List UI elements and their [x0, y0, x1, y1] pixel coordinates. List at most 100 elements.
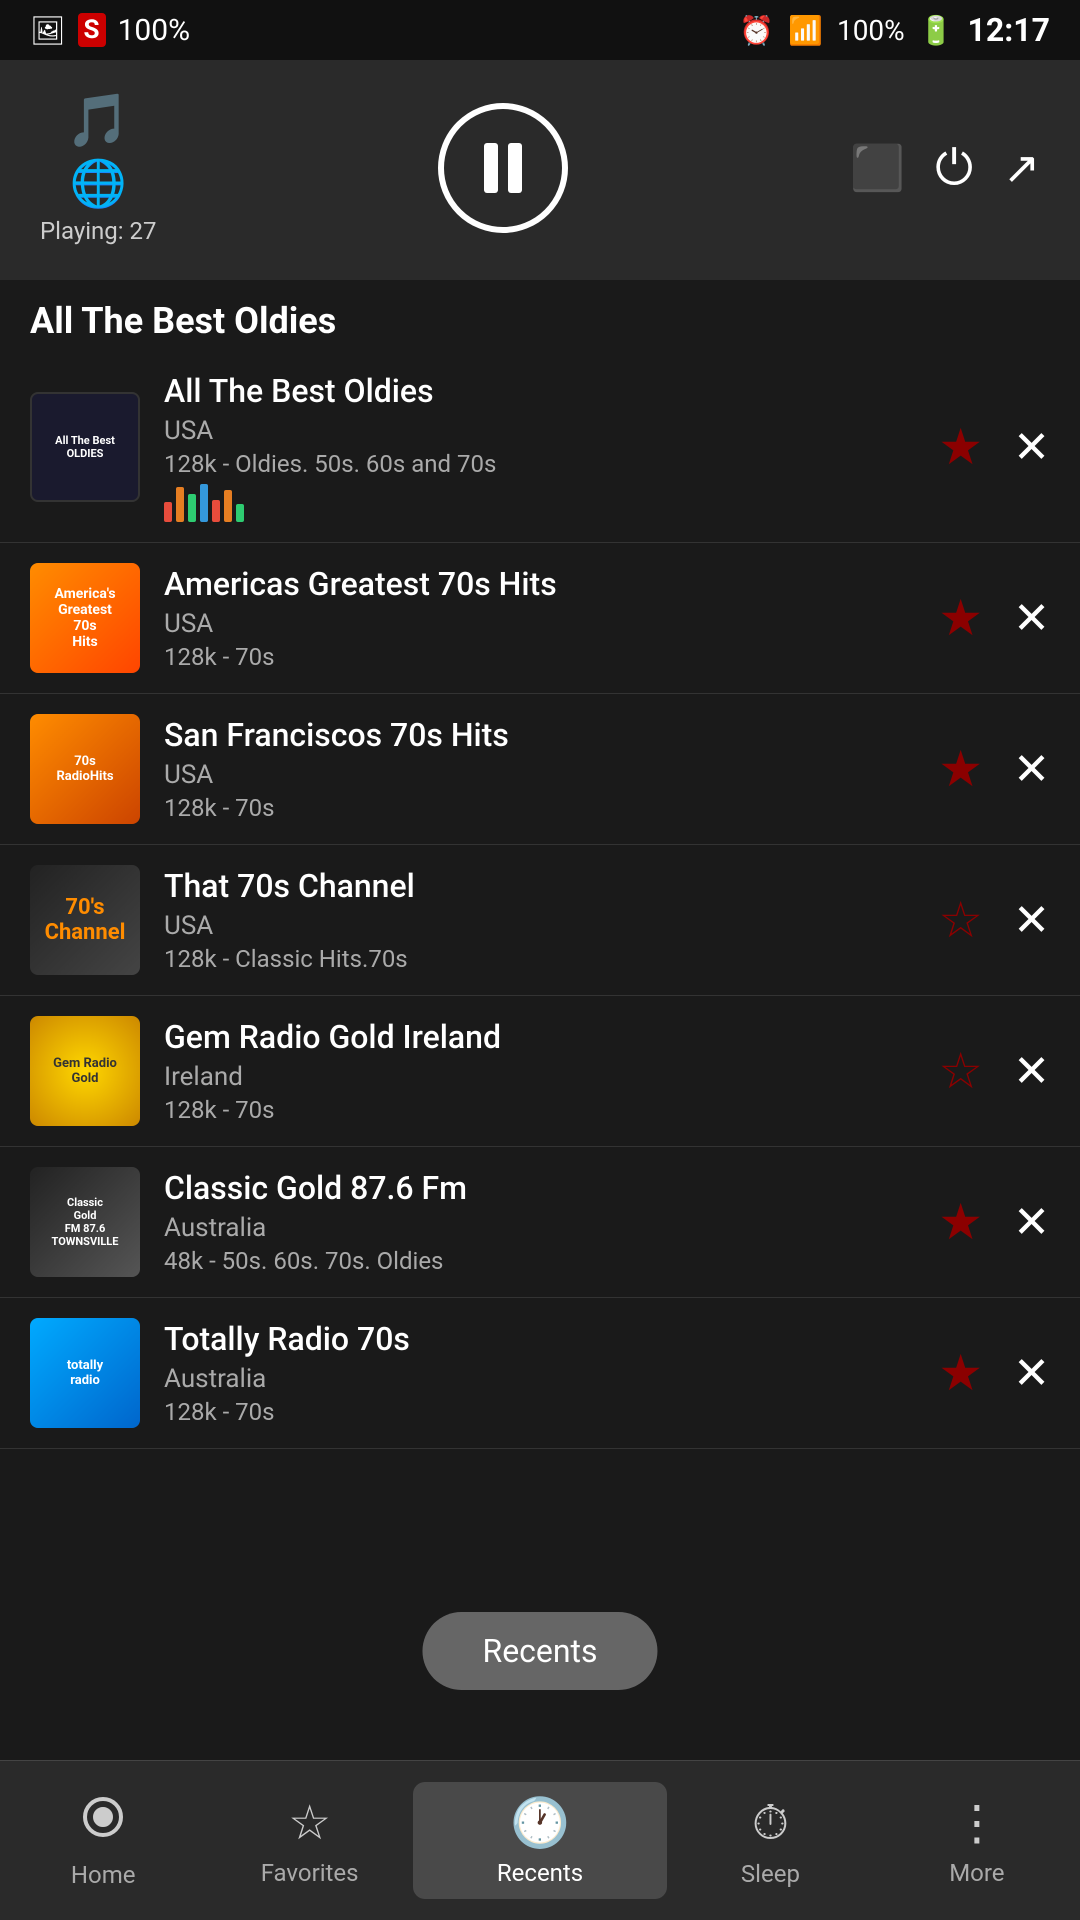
player-right-group: ⬛ ⏻ ↗	[850, 139, 1040, 197]
station-item[interactable]: All The Best OLDIESAll The Best OldiesUS…	[0, 352, 1080, 543]
station-name: Gem Radio Gold Ireland	[164, 1018, 938, 1056]
station-info: Gem Radio Gold IrelandIreland128k - 70s	[164, 1018, 938, 1124]
nav-recents-label: Recents	[497, 1859, 583, 1887]
station-name: All The Best Oldies	[164, 372, 938, 410]
equalizer-bars	[164, 482, 938, 522]
station-logo: America's Greatest 70s Hits	[30, 563, 140, 673]
remove-station-button[interactable]: ✕	[1013, 743, 1050, 795]
battery-icon: 🔋	[919, 14, 954, 47]
remove-station-button[interactable]: ✕	[1013, 421, 1050, 473]
station-item[interactable]: totally radio Totally Radio 70s Australia 1…	[0, 1298, 1080, 1449]
remove-station-button[interactable]: ✕	[1013, 1347, 1050, 1399]
station-name: That 70s Channel	[164, 867, 938, 905]
remove-station-button[interactable]: ✕	[1013, 592, 1050, 644]
music-note-icon[interactable]: 🎵	[66, 90, 131, 151]
favorite-star-button[interactable]: ☆	[938, 1042, 983, 1101]
content-area: 🎵 🌐 Playing: 27 ⬛ ⏻ ↗ All T	[0, 60, 1080, 1760]
bottom-nav: Home ☆ Favorites 🕐 Recents ⏱ Sleep ⋮ Mor…	[0, 1760, 1080, 1920]
station-country: Australia	[164, 1213, 938, 1243]
station-name: Totally Radio 70s	[164, 1320, 938, 1358]
stop-button[interactable]: ⬛	[850, 142, 905, 194]
player-center	[438, 103, 568, 233]
more-icon: ⋮	[953, 1794, 1001, 1851]
favorites-icon: ☆	[288, 1794, 331, 1851]
remove-station-button[interactable]: ✕	[1013, 894, 1050, 946]
station-actions: ★✕	[938, 740, 1050, 799]
globe-icon[interactable]: 🌐	[70, 157, 127, 211]
home-icon	[79, 1793, 127, 1853]
station-item[interactable]: Classic Gold FM 87.6 TOWNSVILLEClassic G…	[0, 1147, 1080, 1298]
nav-sleep-label: Sleep	[741, 1860, 800, 1888]
station-logo: Classic Gold FM 87.6 TOWNSVILLE	[30, 1167, 140, 1277]
nav-favorites[interactable]: ☆ Favorites	[206, 1794, 412, 1887]
station-actions: ☆✕	[938, 891, 1050, 950]
power-button[interactable]: ⏻	[935, 139, 973, 197]
station-info: All The Best OldiesUSA128k - Oldies. 50s…	[164, 372, 938, 522]
time-display: 12:17	[968, 11, 1050, 49]
station-bitrate: 128k - Oldies. 50s. 60s and 70s	[164, 450, 938, 478]
nav-favorites-label: Favorites	[261, 1859, 359, 1887]
station-bitrate: 128k - 70s	[164, 643, 938, 671]
player-left-group: 🎵 🌐 Playing: 27	[40, 90, 157, 245]
favorite-star-button[interactable]: ★	[938, 1344, 983, 1403]
station-actions: ★✕	[938, 1193, 1050, 1252]
wifi-icon: 📶	[788, 14, 823, 47]
section-title: All The Best Oldies	[0, 280, 1080, 352]
station-bitrate: 128k - 70s	[164, 794, 938, 822]
station-country: USA	[164, 609, 938, 639]
recents-icon: 🕐	[510, 1794, 570, 1851]
status-right: ⏰ 📶 100% 🔋 12:17	[739, 11, 1050, 49]
radio-app-icon: S	[78, 13, 106, 47]
station-logo: 70's Channel	[30, 865, 140, 975]
pause-button[interactable]	[438, 103, 568, 233]
player-header: 🎵 🌐 Playing: 27 ⬛ ⏻ ↗	[0, 60, 1080, 280]
remove-station-button[interactable]: ✕	[1013, 1196, 1050, 1248]
pause-icon	[484, 143, 522, 193]
remove-station-button[interactable]: ✕	[1013, 1045, 1050, 1097]
station-name: Americas Greatest 70s Hits	[164, 565, 938, 603]
station-item[interactable]: Gem Radio Gold Gem Radio Gold Ireland Irel…	[0, 996, 1080, 1147]
alarm-icon: ⏰	[739, 14, 774, 47]
nav-sleep[interactable]: ⏱ Sleep	[667, 1794, 873, 1888]
status-left: 🖼 S 100%	[30, 13, 190, 48]
station-item[interactable]: America's Greatest 70s Hits Americas Grea…	[0, 543, 1080, 694]
station-logo: totally radio	[30, 1318, 140, 1428]
share-button[interactable]: ↗	[1003, 142, 1040, 194]
station-country: Ireland	[164, 1062, 938, 1092]
favorite-star-button[interactable]: ★	[938, 740, 983, 799]
nav-home-label: Home	[71, 1861, 136, 1889]
battery-text: 100%	[837, 14, 905, 47]
station-info: San Franciscos 70s Hits USA 128k - 70s	[164, 716, 938, 822]
station-bitrate: 128k - 70s	[164, 1398, 938, 1426]
station-list: All The Best OLDIESAll The Best OldiesUS…	[0, 352, 1080, 1449]
station-country: USA	[164, 911, 938, 941]
favorite-star-button[interactable]: ☆	[938, 891, 983, 950]
station-actions: ★✕	[938, 418, 1050, 477]
station-info: Totally Radio 70s Australia 128k - 70s	[164, 1320, 938, 1426]
station-actions: ★✕	[938, 1344, 1050, 1403]
station-info: That 70s Channel USA 128k - Classic Hits.7…	[164, 867, 938, 973]
favorite-star-button[interactable]: ★	[938, 418, 983, 477]
station-actions: ☆✕	[938, 1042, 1050, 1101]
station-info: Classic Gold 87.6 Fm Australia 48k - 50s. …	[164, 1169, 938, 1275]
station-logo: Gem Radio Gold	[30, 1016, 140, 1126]
player-controls-row: 🎵 🌐 Playing: 27 ⬛ ⏻ ↗	[40, 90, 1040, 245]
favorite-star-button[interactable]: ★	[938, 1193, 983, 1252]
station-actions: ★✕	[938, 589, 1050, 648]
photo-icon: 🖼	[30, 14, 66, 47]
nav-recents[interactable]: 🕐 Recents	[413, 1782, 667, 1899]
station-country: Australia	[164, 1364, 938, 1394]
station-bitrate: 48k - 50s. 60s. 70s. Oldies	[164, 1247, 938, 1275]
station-item[interactable]: 70s RadioHitsSan Franciscos 70s HitsUSA1…	[0, 694, 1080, 845]
recents-tooltip: Recents	[422, 1612, 657, 1690]
nav-more[interactable]: ⋮ More	[874, 1794, 1080, 1887]
favorite-star-button[interactable]: ★	[938, 589, 983, 648]
station-bitrate: 128k - Classic Hits.70s	[164, 945, 938, 973]
signal-number: 100%	[118, 13, 191, 48]
station-name: San Franciscos 70s Hits	[164, 716, 938, 754]
station-name: Classic Gold 87.6 Fm	[164, 1169, 938, 1207]
nav-home[interactable]: Home	[0, 1793, 206, 1889]
station-item[interactable]: 70's Channel That 70s Channel USA 128k - Cl…	[0, 845, 1080, 996]
station-country: USA	[164, 760, 938, 790]
sleep-icon: ⏱	[752, 1794, 789, 1852]
